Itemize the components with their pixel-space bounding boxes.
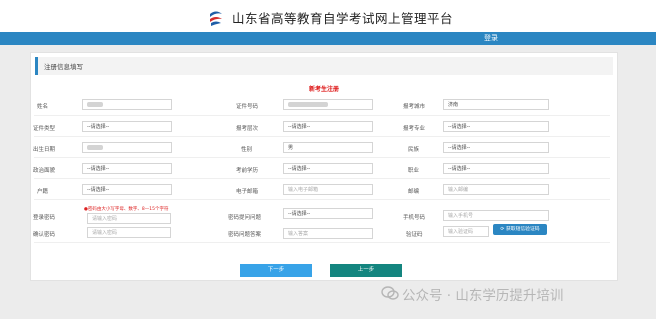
occupation-label: 职业	[408, 168, 420, 174]
prev-button[interactable]: 上一步	[330, 264, 402, 277]
id-type-label: 证件类型	[33, 126, 56, 132]
top-navbar: 登录	[0, 32, 656, 45]
ethnicity-select[interactable]: --请选择--	[443, 142, 549, 153]
panel-title: 注册信息填写	[44, 63, 83, 71]
level-label: 报考层次	[236, 126, 259, 132]
birth-label: 出生日期	[33, 147, 56, 153]
ethnicity-label: 民族	[408, 147, 420, 153]
verify-code-input[interactable]: 输入验证码	[443, 226, 489, 237]
confirm-password-input[interactable]: 请输入密码	[87, 227, 171, 238]
logo-icon	[207, 9, 225, 27]
name-field[interactable]	[82, 99, 172, 110]
phone-label: 手机号码	[403, 215, 426, 221]
form-subtitle: 新考生注册	[308, 86, 339, 93]
postcode-label: 邮编	[408, 189, 420, 195]
security-question-select[interactable]: --请选择--	[283, 208, 373, 219]
id-type-select[interactable]: --请选择--	[82, 121, 172, 132]
get-sms-code-button[interactable]: ⟳ 获取短信验证码	[493, 224, 547, 235]
security-answer-input[interactable]: 输入答案	[283, 228, 373, 239]
page-header: 山东省高等教育自学考试网上管理平台	[0, 0, 656, 32]
apply-city-label: 报考城市	[403, 104, 426, 110]
login-link[interactable]: 登录	[484, 32, 498, 45]
gender-field[interactable]: 男	[283, 142, 373, 153]
hukou-select[interactable]: --请选择--	[82, 184, 172, 195]
confirm-password-label: 确认密码	[33, 232, 56, 238]
phone-input[interactable]: 输入手机号	[443, 210, 549, 221]
wechat-icon	[381, 286, 399, 300]
id-number-label: 证件号码	[236, 104, 259, 110]
political-label: 政治面貌	[33, 168, 56, 174]
education-label: 考前学历	[236, 168, 259, 174]
next-button[interactable]: 下一步	[240, 264, 312, 277]
panel-header: 注册信息填写	[35, 57, 613, 75]
hukou-label: 户籍	[37, 189, 49, 195]
postcode-input[interactable]: 输入邮编	[443, 184, 549, 195]
watermark-text: 公众号 · 山东学历提升培训	[402, 288, 564, 304]
sms-button-label: 获取短信验证码	[505, 227, 540, 232]
major-label: 报考专业	[403, 126, 426, 132]
password-input[interactable]: 请输入密码	[87, 213, 171, 224]
row-divider	[34, 157, 610, 158]
row-divider	[34, 178, 610, 179]
political-select[interactable]: --请选择--	[82, 163, 172, 174]
row-divider	[34, 199, 610, 200]
row-divider	[34, 115, 610, 116]
level-select[interactable]: --请选择--	[283, 121, 373, 132]
major-select[interactable]: --请选择--	[443, 121, 549, 132]
birth-field[interactable]	[82, 142, 172, 153]
name-label: 姓名	[37, 104, 49, 110]
email-label: 电子邮箱	[236, 189, 259, 195]
site-title: 山东省高等教育自学考试网上管理平台	[232, 11, 454, 26]
gender-label: 性别	[241, 147, 253, 153]
occupation-select[interactable]: --请选择--	[443, 163, 549, 174]
email-input[interactable]: 输入电子邮箱	[283, 184, 373, 195]
password-label: 登录密码	[33, 215, 56, 221]
education-select[interactable]: --请选择--	[283, 163, 373, 174]
apply-city-field[interactable]: 济南	[443, 99, 549, 110]
row-divider	[34, 242, 610, 243]
row-divider	[34, 136, 610, 137]
security-answer-label: 密码问题答案	[228, 232, 262, 238]
security-question-label: 密码提问问题	[228, 215, 262, 221]
id-number-field[interactable]	[283, 99, 373, 110]
password-tip: ●密码由大小写字母、数字、8—15个字符	[84, 207, 169, 212]
verify-code-label: 验证码	[406, 232, 423, 238]
